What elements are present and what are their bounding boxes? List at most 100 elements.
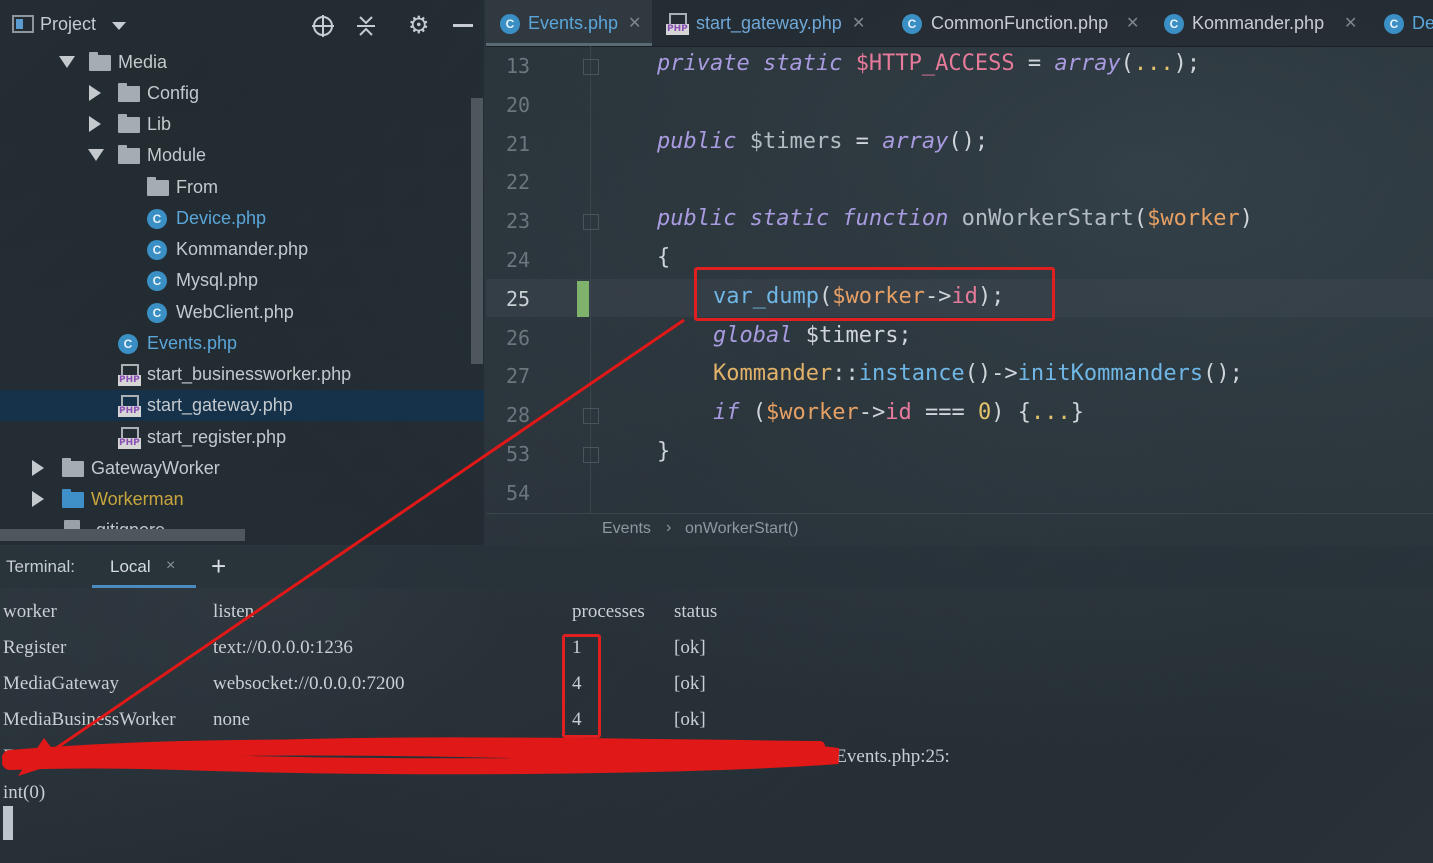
breadcrumb-separator: › — [666, 519, 672, 536]
collapse-arrow-icon[interactable] — [89, 85, 101, 101]
terminal-header-worker: worker — [3, 601, 57, 622]
breadcrumb: Events › onWorkerStart() — [486, 513, 1433, 546]
folder-icon — [62, 458, 84, 477]
code-line-13: private static $HTTP_ACCESS = array(...)… — [657, 51, 1201, 76]
fold-expand-icon[interactable] — [583, 59, 599, 75]
line-number: 13 — [506, 54, 531, 78]
terminal-header: Terminal: Local × + — [0, 546, 1433, 588]
tree-item-webclient-php[interactable]: C WebClient.php — [0, 297, 470, 327]
tree-item-label: Events.php — [147, 333, 238, 353]
project-vertical-scrollbar[interactable] — [471, 98, 483, 364]
terminal-row-status: [ok] — [674, 709, 706, 730]
tree-item-label: Module — [147, 145, 207, 165]
minimize-icon[interactable] — [453, 24, 473, 27]
tab-kommander-php[interactable]: C Kommander.php ✕ — [1150, 0, 1364, 46]
gear-icon[interactable]: ⚙ — [408, 11, 430, 39]
tree-item-config[interactable]: Config — [0, 78, 470, 108]
fold-collapse-icon[interactable] — [583, 214, 599, 230]
tree-item-label: Config — [147, 83, 200, 103]
vcs-change-marker — [577, 281, 589, 317]
tab-terminal-local[interactable]: Local × — [92, 546, 196, 588]
code-line-24: { — [657, 245, 671, 270]
breadcrumb-method[interactable]: onWorkerStart() — [685, 520, 799, 538]
collapse-all-icon[interactable] — [354, 14, 378, 38]
project-horizontal-scrollbar[interactable] — [0, 529, 245, 541]
terminal-row-worker: MediaGateway — [3, 673, 120, 694]
collapse-arrow-icon[interactable] — [89, 116, 101, 132]
expand-arrow-icon[interactable] — [59, 56, 75, 68]
tree-item-kommander-php[interactable]: C Kommander.php — [0, 234, 470, 264]
tree-item-start-businessworker-php[interactable]: PHP start_businessworker.php — [0, 359, 470, 389]
tab-de[interactable]: C De — [1370, 0, 1433, 46]
tree-item-label: Media — [118, 52, 168, 72]
php-file-icon: PHP — [666, 13, 689, 35]
terminal-path-end: \Events.php:25: — [830, 746, 950, 767]
tree-item-events-php[interactable]: C Events.php — [0, 328, 470, 358]
tree-item-label: start_register.php — [147, 427, 287, 447]
tree-item-workerman[interactable]: Workerman — [0, 484, 470, 514]
tree-item-start-register-php[interactable]: PHP start_register.php — [0, 422, 470, 452]
close-icon[interactable]: ✕ — [852, 13, 865, 33]
tree-item-start-gateway-php[interactable]: PHP start_gateway.php — [0, 390, 470, 420]
terminal-row-worker: Register — [3, 637, 67, 658]
tree-item-label: WebClient.php — [176, 302, 294, 322]
class-icon: C — [147, 209, 167, 229]
collapse-arrow-icon[interactable] — [32, 491, 44, 507]
code-editor[interactable]: 13 20 21 22 23 24 25 26 27 28 53 54 priv… — [486, 46, 1433, 513]
tree-item-media[interactable]: Media — [0, 47, 470, 77]
project-header: Project ⚙ — [0, 0, 484, 48]
terminal-row-status: [ok] — [674, 673, 706, 694]
code-line-21: public $timers = array(); — [657, 129, 989, 154]
line-number: 23 — [506, 209, 531, 233]
chevron-down-icon[interactable] — [112, 22, 126, 30]
locate-crosshair-icon[interactable] — [311, 14, 335, 38]
tree-item-label: Device.php — [176, 208, 267, 228]
terminal-row-status: [ok] — [674, 637, 706, 658]
tab-label: Kommander.php — [1192, 13, 1325, 33]
terminal-row-listen: text://0.0.0.0:1236 — [213, 637, 353, 658]
tree-item-gatewayworker[interactable]: GatewayWorker — [0, 453, 470, 483]
tree-item-module[interactable]: Module — [0, 140, 470, 170]
terminal-header-status: status — [674, 601, 718, 622]
tree-item-label: Mysql.php — [176, 270, 259, 290]
line-number: 53 — [506, 442, 531, 466]
tab-events-php[interactable]: C Events.php ✕ — [486, 0, 652, 46]
tree-item-from[interactable]: From — [0, 172, 470, 202]
tree-item-label: From — [176, 177, 218, 197]
close-icon[interactable]: × — [166, 557, 175, 575]
folder-icon — [89, 52, 111, 71]
line-number: 25 — [506, 287, 531, 311]
tab-start-gateway-php[interactable]: PHP start_gateway.php ✕ — [654, 0, 874, 46]
processes-highlight-box — [562, 634, 601, 738]
class-icon: C — [1384, 14, 1404, 34]
fold-expand-icon[interactable] — [583, 408, 599, 424]
collapse-arrow-icon[interactable] — [32, 460, 44, 476]
close-icon[interactable]: ✕ — [1344, 13, 1357, 33]
tree-item-label: GatewayWorker — [91, 458, 220, 478]
folder-icon — [62, 489, 84, 508]
terminal-output[interactable]: worker listen processes status Register … — [0, 588, 1433, 863]
add-terminal-button[interactable]: + — [211, 551, 226, 582]
folder-icon — [118, 83, 140, 102]
code-line-26: global $timers; — [713, 323, 912, 348]
project-title[interactable]: Project — [40, 14, 96, 35]
tree-item-mysql-php[interactable]: C Mysql.php — [0, 265, 470, 295]
class-icon: C — [147, 240, 167, 260]
tree-item-lib[interactable]: Lib — [0, 109, 470, 139]
tree-item-label: start_gateway.php — [147, 395, 293, 415]
class-icon: C — [147, 303, 167, 323]
tree-item-label: Kommander.php — [176, 239, 309, 259]
gutter-divider — [590, 46, 591, 513]
line-number: 21 — [506, 132, 531, 156]
tab-commonfunction-php[interactable]: C CommonFunction.php ✕ — [888, 0, 1144, 46]
expand-arrow-icon[interactable] — [88, 149, 104, 161]
code-line-53: } — [657, 439, 671, 464]
terminal-path-start: E:\ — [3, 746, 26, 767]
close-icon[interactable]: ✕ — [628, 13, 641, 33]
breadcrumb-class[interactable]: Events — [602, 520, 651, 538]
fold-end-icon[interactable] — [583, 447, 599, 463]
class-icon: C — [500, 14, 520, 34]
tree-item-device-php[interactable]: C Device.php — [0, 203, 470, 233]
project-panel: Project ⚙ Media Config Lib Module From C… — [0, 0, 484, 545]
close-icon[interactable]: ✕ — [1126, 13, 1139, 33]
